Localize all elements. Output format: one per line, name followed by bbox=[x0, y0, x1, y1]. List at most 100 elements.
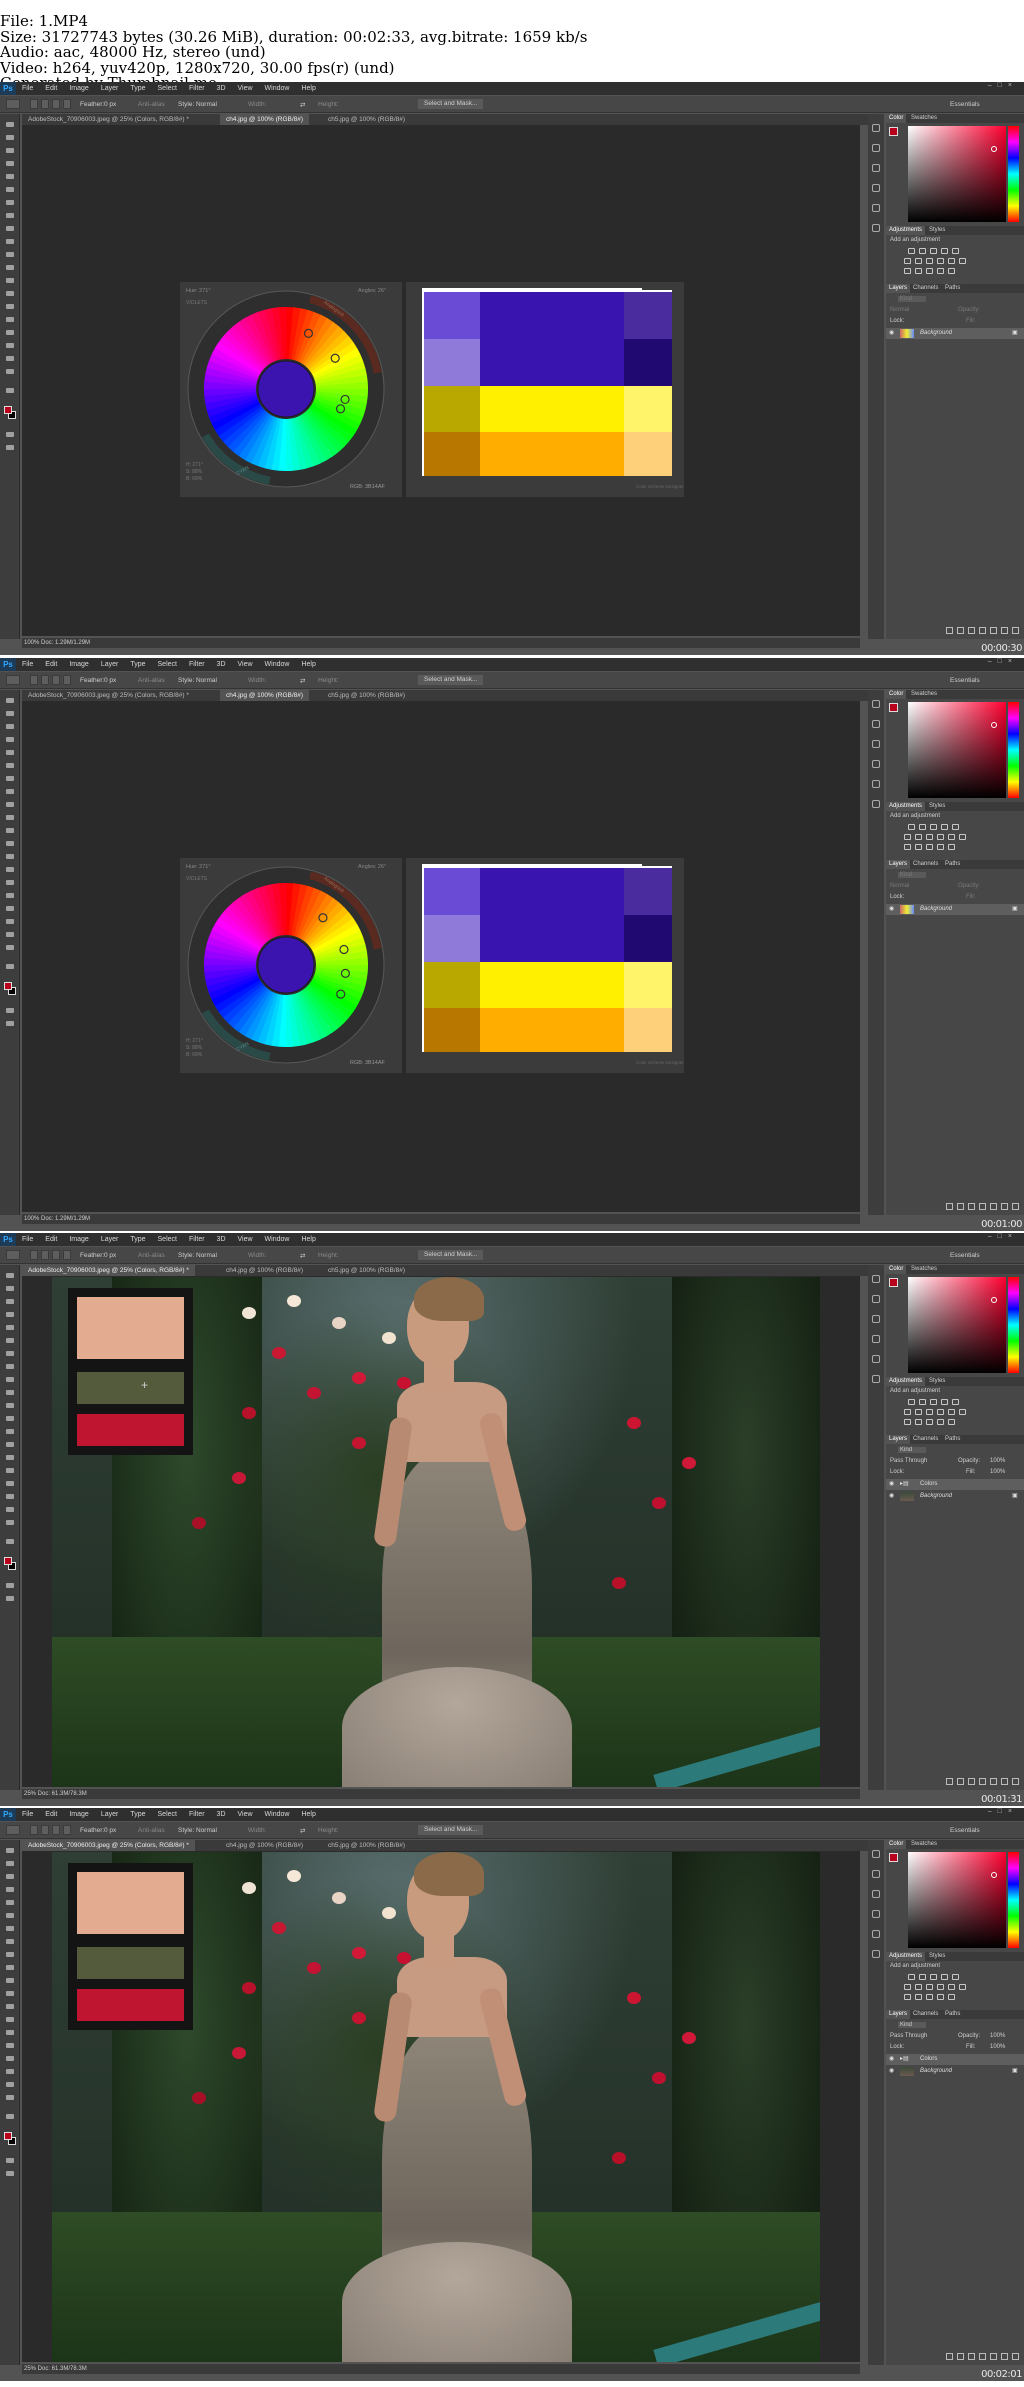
subtract-selection-icon[interactable] bbox=[52, 1250, 60, 1260]
window-controls-icon[interactable]: –□× bbox=[988, 1233, 1018, 1240]
exposure-adjustment-icon[interactable] bbox=[941, 1974, 948, 1980]
tab-swatches[interactable]: Swatches bbox=[908, 114, 941, 123]
document-tab[interactable]: ch5.jpg @ 100% (RGB/8#) bbox=[322, 1840, 411, 1851]
tab-adjustments[interactable]: Adjustments bbox=[886, 802, 926, 811]
add-selection-icon[interactable] bbox=[41, 99, 49, 109]
hue-slider[interactable] bbox=[1008, 1852, 1019, 1948]
color-picker-field[interactable] bbox=[908, 1277, 1006, 1373]
levels-adjustment-icon[interactable] bbox=[919, 248, 926, 254]
foreground-color-swatch[interactable] bbox=[4, 2132, 12, 2140]
quick-mask-icon[interactable] bbox=[6, 432, 14, 437]
gradient-map-adjustment-icon[interactable] bbox=[937, 1994, 944, 2000]
color-picker-field[interactable] bbox=[908, 702, 1006, 798]
new-layer-layer-icon[interactable] bbox=[1001, 1203, 1008, 1210]
brush-settings-panel-icon[interactable] bbox=[872, 1890, 880, 1898]
menu-item-3d[interactable]: 3D bbox=[217, 1811, 226, 1818]
stamp-tool-icon[interactable] bbox=[6, 226, 14, 231]
hue-slider[interactable] bbox=[1008, 702, 1019, 798]
tab-paths[interactable]: Paths bbox=[942, 860, 964, 869]
curves-adjustment-icon[interactable] bbox=[930, 824, 937, 830]
character-panel-icon[interactable] bbox=[872, 184, 880, 192]
move-tool-icon[interactable] bbox=[6, 698, 14, 703]
type-tool-icon[interactable] bbox=[6, 893, 14, 898]
color-lookup-adjustment-icon[interactable] bbox=[959, 258, 966, 264]
new-layer-layer-icon[interactable] bbox=[1001, 1778, 1008, 1785]
style-select[interactable]: Normal bbox=[196, 101, 217, 108]
paragraph-panel-icon[interactable] bbox=[872, 1930, 880, 1938]
properties-panel-icon[interactable] bbox=[872, 720, 880, 728]
brush-tool-icon[interactable] bbox=[6, 1939, 14, 1944]
layer-row-background[interactable]: ◉ Background ▣ bbox=[886, 904, 1024, 915]
tab-paths[interactable]: Paths bbox=[942, 2010, 964, 2019]
menu-item-type[interactable]: Type bbox=[130, 1236, 145, 1243]
antialias-checkbox[interactable]: Anti-alias bbox=[138, 101, 165, 108]
subtract-selection-icon[interactable] bbox=[52, 1825, 60, 1835]
photo-filter-adjustment-icon[interactable] bbox=[937, 834, 944, 840]
layer-row-background[interactable]: ◉ Background ▣ bbox=[886, 2066, 1024, 2077]
marquee-tool-icon[interactable] bbox=[6, 1825, 20, 1835]
hand-tool-icon[interactable] bbox=[6, 1507, 14, 1512]
eye-icon[interactable]: ◉ bbox=[889, 1480, 894, 1487]
menu-item-view[interactable]: View bbox=[238, 1811, 253, 1818]
tab-color[interactable]: Color bbox=[886, 690, 907, 699]
marquee-tool-icon[interactable] bbox=[6, 135, 14, 140]
blend-mode-select[interactable]: Normal bbox=[890, 883, 909, 889]
eye-icon[interactable]: ◉ bbox=[889, 2067, 894, 2074]
eraser-tool-icon[interactable] bbox=[6, 1403, 14, 1408]
photo-filter-adjustment-icon[interactable] bbox=[937, 1984, 944, 1990]
brush-tool-icon[interactable] bbox=[6, 789, 14, 794]
path-select-tool-icon[interactable] bbox=[6, 1481, 14, 1486]
foreground-color-swatch[interactable] bbox=[4, 1557, 12, 1565]
menu-item-view[interactable]: View bbox=[238, 1236, 253, 1243]
black-white-adjustment-icon[interactable] bbox=[926, 1984, 933, 1990]
window-controls-icon[interactable]: –□× bbox=[988, 82, 1018, 89]
menu-item-select[interactable]: Select bbox=[158, 661, 177, 668]
type-tool-icon[interactable] bbox=[6, 1468, 14, 1473]
menu-item-layer[interactable]: Layer bbox=[101, 661, 119, 668]
swap-icon[interactable]: ⇄ bbox=[300, 1827, 305, 1835]
marquee-tool-icon[interactable] bbox=[6, 99, 20, 109]
workspace-select[interactable]: Essentials bbox=[950, 677, 980, 684]
color-wheel[interactable] bbox=[180, 282, 402, 497]
document-tab[interactable]: ch4.jpg @ 100% (RGB/8#) bbox=[220, 1840, 309, 1851]
subtract-selection-icon[interactable] bbox=[52, 99, 60, 109]
menu-item-help[interactable]: Help bbox=[301, 85, 315, 92]
screen-mode-icon[interactable] bbox=[6, 445, 14, 450]
layer-row-background[interactable]: ◉ Background ▣ bbox=[886, 1491, 1024, 1502]
adjustment-layer-icon[interactable] bbox=[979, 1203, 986, 1210]
type-tool-icon[interactable] bbox=[6, 2043, 14, 2048]
mask-layer-icon[interactable] bbox=[968, 627, 975, 634]
opacity-value[interactable]: 100% bbox=[990, 2033, 1005, 2039]
tab-color[interactable]: Color bbox=[886, 114, 907, 123]
tab-paths[interactable]: Paths bbox=[942, 1435, 964, 1444]
zoom-tool-icon[interactable] bbox=[6, 2095, 14, 2100]
tab-color[interactable]: Color bbox=[886, 1265, 907, 1274]
vibrance-adjustment-icon[interactable] bbox=[952, 1399, 959, 1405]
lasso-tool-icon[interactable] bbox=[6, 1299, 14, 1304]
select-and-mask-button[interactable]: Select and Mask... bbox=[418, 99, 484, 109]
tab-color[interactable]: Color bbox=[886, 1840, 907, 1849]
character-panel-icon[interactable] bbox=[872, 1335, 880, 1343]
subtract-selection-icon[interactable] bbox=[52, 675, 60, 685]
history-brush-tool-icon[interactable] bbox=[6, 815, 14, 820]
color-lookup-adjustment-icon[interactable] bbox=[959, 834, 966, 840]
menu-item-type[interactable]: Type bbox=[130, 661, 145, 668]
posterize-adjustment-icon[interactable] bbox=[915, 1419, 922, 1425]
info-panel-icon[interactable] bbox=[872, 1950, 880, 1958]
shape-tool-icon[interactable] bbox=[6, 919, 14, 924]
threshold-adjustment-icon[interactable] bbox=[926, 1994, 933, 2000]
history-panel-icon[interactable] bbox=[872, 1850, 880, 1858]
posterize-adjustment-icon[interactable] bbox=[915, 844, 922, 850]
menu-item-type[interactable]: Type bbox=[130, 85, 145, 92]
eye-icon[interactable]: ◉ bbox=[889, 1492, 894, 1499]
group-layer-icon[interactable] bbox=[990, 1778, 997, 1785]
menu-item-help[interactable]: Help bbox=[301, 1811, 315, 1818]
link-layer-icon[interactable] bbox=[946, 1203, 953, 1210]
history-brush-tool-icon[interactable] bbox=[6, 1965, 14, 1970]
zoom-tool-icon[interactable] bbox=[6, 1520, 14, 1525]
type-tool-icon[interactable] bbox=[6, 317, 14, 322]
channel-mixer-adjustment-icon[interactable] bbox=[948, 258, 955, 264]
tab-styles[interactable]: Styles bbox=[926, 1377, 949, 1386]
new-layer-layer-icon[interactable] bbox=[1001, 627, 1008, 634]
window-controls-icon[interactable]: –□× bbox=[988, 1808, 1018, 1815]
